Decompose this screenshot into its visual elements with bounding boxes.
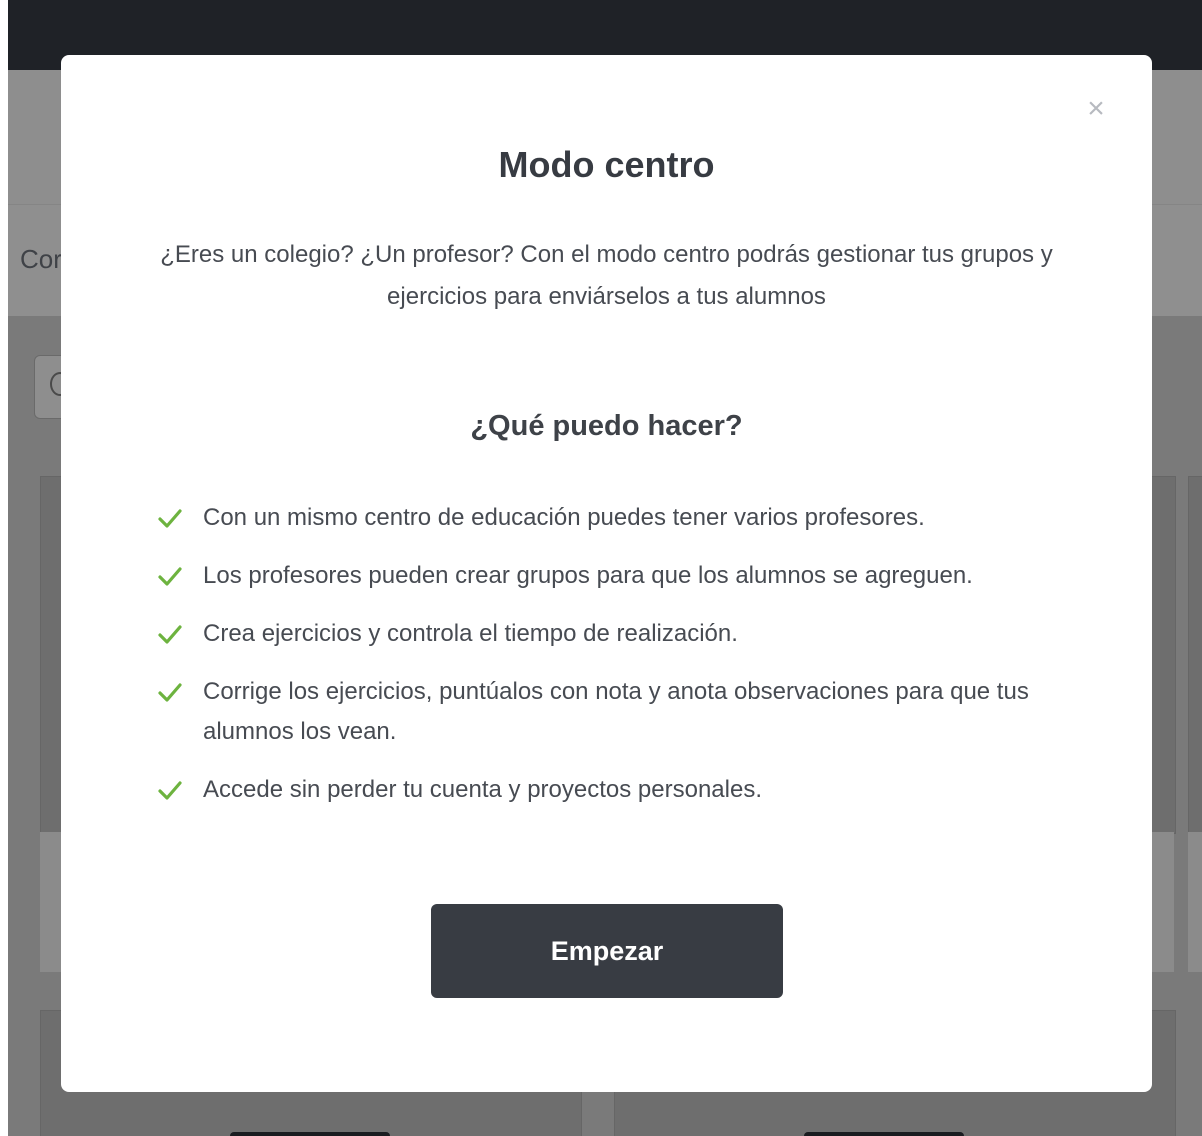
- dialog-description: ¿Eres un colegio? ¿Un profesor? Con el m…: [160, 241, 1053, 310]
- feature-text: Con un mismo centro de educación puedes …: [203, 504, 925, 531]
- close-icon[interactable]: ×: [1080, 94, 1112, 126]
- checkmark-icon: [158, 625, 182, 644]
- start-button[interactable]: Empezar: [431, 904, 783, 998]
- window-edge: [0, 0, 8, 1136]
- feature-item: Corrige los ejercicios, puntúalos con no…: [155, 672, 1055, 752]
- app-project-card: [1188, 476, 1202, 834]
- checkmark-icon: [158, 781, 182, 800]
- feature-text: Accede sin perder tu cuenta y proyectos …: [203, 776, 762, 803]
- feature-item: Accede sin perder tu cuenta y proyectos …: [155, 770, 1055, 810]
- feature-text: Corrige los ejercicios, puntúalos con no…: [203, 678, 1029, 745]
- checkmark-icon: [158, 509, 182, 528]
- app-card-button: [804, 1132, 964, 1136]
- screen: Cor × Modo centro ¿Eres un colegio? ¿Un …: [0, 0, 1202, 1136]
- app-project-card-footer: [1188, 832, 1202, 972]
- feature-item: Los profesores pueden crear grupos para …: [155, 556, 1055, 596]
- features-heading: ¿Qué puedo hacer?: [470, 410, 743, 442]
- features-list: Con un mismo centro de educación puedes …: [155, 498, 1055, 828]
- feature-text: Los profesores pueden crear grupos para …: [203, 562, 973, 589]
- feature-text: Crea ejercicios y controla el tiempo de …: [203, 620, 738, 647]
- checkmark-icon: [158, 567, 182, 586]
- feature-item: Con un mismo centro de educación puedes …: [155, 498, 1055, 538]
- app-subheader-label: Cor: [20, 244, 62, 274]
- feature-item: Crea ejercicios y controla el tiempo de …: [155, 614, 1055, 654]
- app-card-button: [230, 1132, 390, 1136]
- dialog-title: Modo centro: [498, 144, 715, 185]
- checkmark-icon: [158, 683, 182, 702]
